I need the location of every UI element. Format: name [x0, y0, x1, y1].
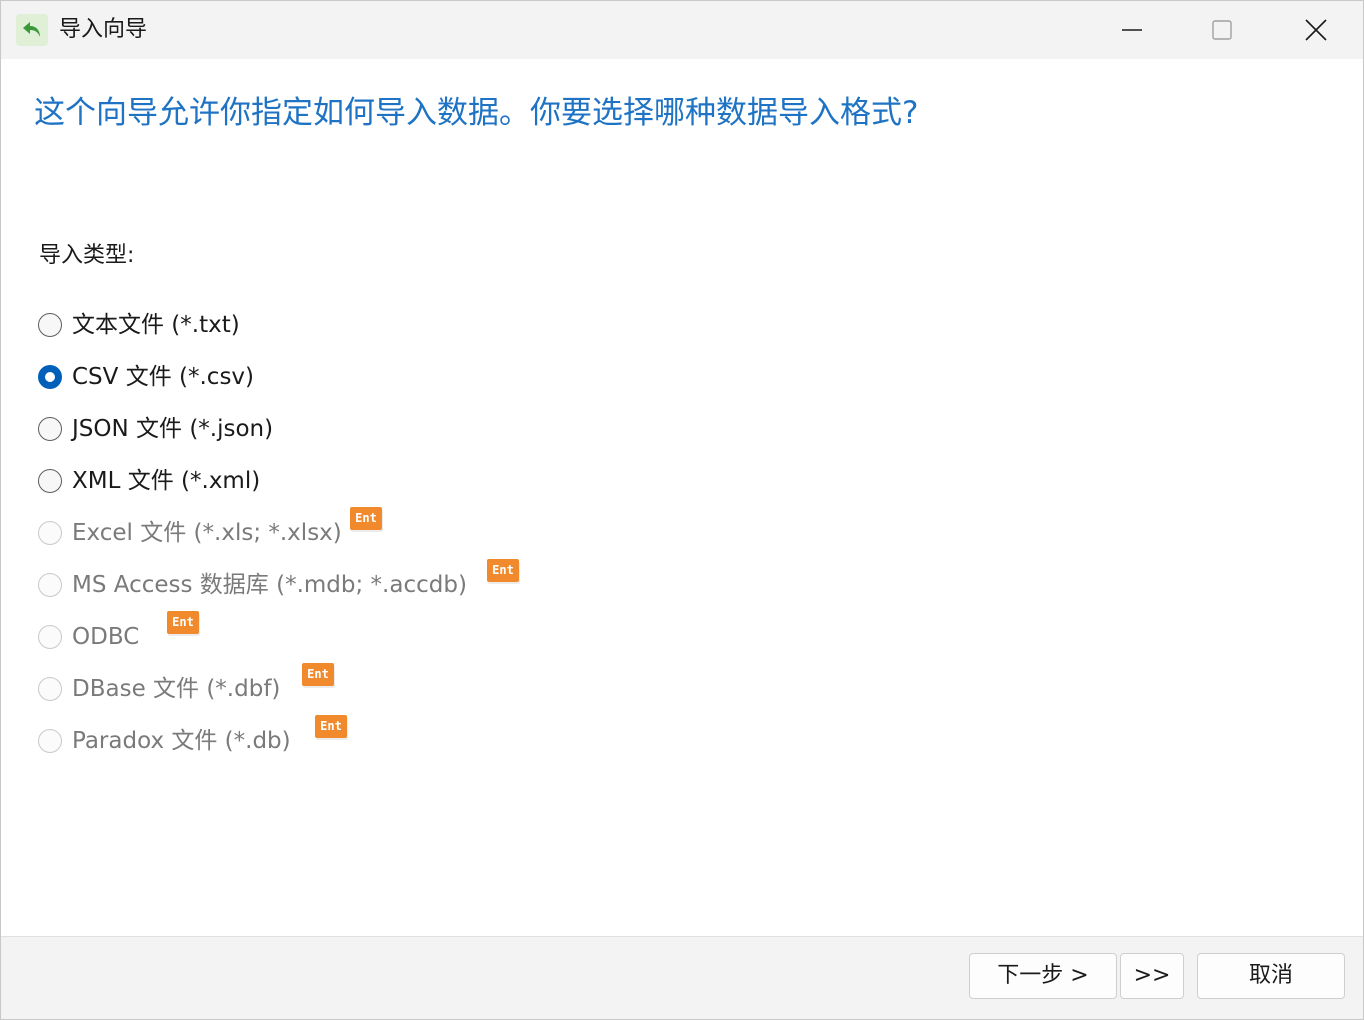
radio-button-dbase [38, 677, 62, 701]
minimize-button[interactable] [1087, 1, 1177, 59]
enterprise-badge: Ent [302, 663, 334, 686]
radio-button-txt[interactable] [38, 313, 62, 337]
option-label: ODBC [72, 624, 140, 650]
option-csv[interactable]: CSV 文件 (*.csv) [37, 358, 637, 398]
import-wizard-window: 导入向导 这个向导允许你指定如何导入数据。你要选择哪种数据导入格式? 导入类型:… [0, 0, 1364, 1020]
undo-arrow-icon [16, 14, 48, 46]
skip-to-end-button[interactable]: >> [1120, 953, 1184, 999]
enterprise-badge: Ent [487, 559, 519, 582]
radio-button-ms-access [38, 573, 62, 597]
radio-button-json[interactable] [38, 417, 62, 441]
minimize-icon [1122, 29, 1142, 31]
option-odbc: ODBC Ent [37, 611, 637, 658]
option-label: CSV 文件 (*.csv) [72, 364, 255, 390]
radio-button-paradox [38, 729, 62, 753]
radio-button-csv[interactable] [38, 365, 62, 389]
wizard-footer: 下一步 > >> 取消 [1, 936, 1363, 1019]
maximize-button[interactable] [1177, 1, 1267, 59]
enterprise-badge: Ent [315, 715, 347, 738]
radio-button-odbc [38, 625, 62, 649]
option-label: 文本文件 (*.txt) [72, 312, 240, 338]
import-type-label: 导入类型: [39, 243, 135, 268]
enterprise-badge: Ent [350, 507, 382, 530]
option-label: XML 文件 (*.xml) [72, 468, 261, 494]
option-xml[interactable]: XML 文件 (*.xml) [37, 462, 637, 502]
option-label: JSON 文件 (*.json) [72, 416, 274, 442]
option-dbase: DBase 文件 (*.dbf) Ent [37, 663, 637, 710]
enterprise-badge: Ent [167, 611, 199, 634]
cancel-button[interactable]: 取消 [1197, 953, 1345, 999]
option-paradox: Paradox 文件 (*.db) Ent [37, 715, 637, 762]
radio-button-excel [38, 521, 62, 545]
maximize-icon [1212, 20, 1232, 40]
next-button[interactable]: 下一步 > [969, 953, 1117, 999]
option-json[interactable]: JSON 文件 (*.json) [37, 410, 637, 450]
close-icon [1305, 19, 1327, 41]
option-label: Paradox 文件 (*.db) [72, 728, 291, 754]
close-button[interactable] [1271, 1, 1361, 59]
option-label: MS Access 数据库 (*.mdb; *.accdb) [72, 572, 467, 598]
option-excel: Excel 文件 (*.xls; *.xlsx) Ent [37, 507, 637, 554]
title-bar[interactable]: 导入向导 [1, 1, 1363, 59]
wizard-heading: 这个向导允许你指定如何导入数据。你要选择哪种数据导入格式? [34, 95, 919, 131]
option-label: Excel 文件 (*.xls; *.xlsx) [72, 520, 342, 546]
radio-button-xml[interactable] [38, 469, 62, 493]
option-txt[interactable]: 文本文件 (*.txt) [37, 306, 637, 346]
option-ms-access: MS Access 数据库 (*.mdb; *.accdb) Ent [37, 559, 637, 606]
window-title: 导入向导 [59, 17, 148, 42]
option-label: DBase 文件 (*.dbf) [72, 676, 281, 702]
